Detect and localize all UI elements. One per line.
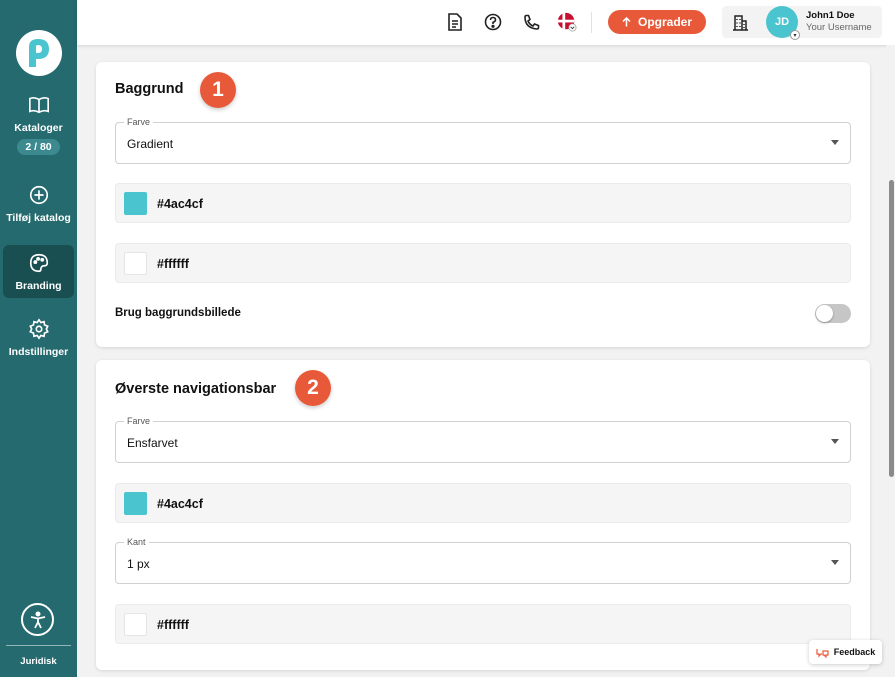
gradient-color-1-field[interactable]: #4ac4cf — [115, 183, 851, 223]
step-badge: 1 — [200, 72, 236, 108]
upgrade-button[interactable]: Opgrader — [608, 10, 706, 34]
background-image-toggle[interactable] — [815, 304, 851, 323]
select-legend: Farve — [124, 117, 154, 127]
gradient-color-2-field[interactable]: #ffffff — [115, 243, 851, 283]
navbar-border-color-field[interactable]: #ffffff — [115, 604, 851, 644]
feedback-icon — [816, 648, 829, 658]
sidebar: Kataloger 2 / 80 Tilføj katalog Branding… — [0, 0, 77, 677]
topbar-divider — [591, 12, 592, 33]
sidebar-item-tilfoj-katalog[interactable]: Tilføj katalog — [3, 184, 74, 224]
plus-circle-icon — [29, 185, 48, 205]
upgrade-label: Opgrader — [637, 15, 692, 29]
feedback-button[interactable]: Feedback — [809, 640, 882, 664]
document-icon[interactable] — [445, 12, 465, 32]
caret-down-icon — [831, 140, 839, 145]
logo-mark — [29, 39, 49, 67]
sidebar-item-label: Tilføj katalog — [6, 212, 71, 224]
app-logo[interactable] — [16, 30, 62, 76]
toggle-knob — [816, 305, 833, 322]
caret-down-icon — [831, 560, 839, 565]
navbar-color-type-select[interactable]: Farve Ensfarvet — [115, 416, 851, 463]
color-swatch[interactable] — [124, 613, 147, 636]
sidebar-item-branding[interactable]: Branding — [3, 245, 74, 298]
book-open-icon — [28, 97, 49, 114]
color-swatch[interactable] — [124, 252, 147, 275]
select-value: 1 px — [127, 557, 150, 571]
user-menu[interactable]: JD ▾ John1 Doe Your Username — [722, 6, 882, 40]
avatar-initials: JD — [774, 16, 790, 28]
avatar[interactable]: JD ▾ — [766, 6, 800, 40]
language-flag-icon[interactable] — [557, 12, 577, 32]
select-value: Ensfarvet — [127, 436, 178, 450]
catalog-count-badge: 2 / 80 — [17, 139, 60, 155]
background-section: Baggrund 1 Farve Gradient #4ac4cf #fffff… — [96, 62, 870, 347]
step-badge: 2 — [295, 370, 331, 406]
building-icon — [733, 15, 748, 31]
background-image-toggle-label: Brug baggrundsbillede — [115, 307, 241, 319]
feedback-label: Feedback — [833, 647, 876, 657]
sidebar-item-indstillinger[interactable]: Indstillinger — [3, 318, 74, 358]
topbar: Opgrader JD ▾ John1 Doe Your Username — [77, 0, 895, 45]
gear-icon — [28, 318, 49, 340]
hex-value: #ffffff — [157, 618, 189, 632]
color-swatch[interactable] — [124, 192, 147, 215]
hex-value: #4ac4cf — [157, 197, 203, 211]
phone-icon[interactable] — [521, 12, 541, 32]
sidebar-divider — [6, 645, 71, 646]
palette-icon — [29, 253, 48, 272]
color-swatch[interactable] — [124, 492, 147, 515]
arrow-up-icon — [622, 17, 631, 27]
scrollbar-thumb[interactable] — [889, 180, 894, 477]
hex-value: #ffffff — [157, 257, 189, 271]
juridisk-link[interactable]: Juridisk — [0, 656, 77, 667]
accessibility-icon — [30, 611, 45, 628]
accessibility-button[interactable] — [21, 603, 54, 636]
section-title: Baggrund — [115, 81, 184, 97]
chevron-down-icon: ▾ — [790, 30, 800, 40]
sidebar-item-label: Kataloger — [14, 122, 63, 134]
background-color-type-select[interactable]: Farve Gradient — [115, 117, 851, 164]
user-username: Your Username — [806, 22, 872, 33]
section-title: Øverste navigationsbar — [115, 381, 277, 397]
select-value: Gradient — [127, 137, 174, 151]
select-legend: Kant — [124, 537, 149, 547]
caret-down-icon — [831, 439, 839, 444]
help-icon[interactable] — [483, 12, 503, 32]
hex-value: #4ac4cf — [157, 497, 203, 511]
sidebar-item-label: Indstillinger — [8, 346, 69, 358]
select-legend: Farve — [124, 416, 154, 426]
top-navbar-section: Øverste navigationsbar 2 Farve Ensfarvet… — [96, 360, 870, 670]
user-name: John1 Doe — [806, 10, 855, 21]
sidebar-item-label: Branding — [15, 279, 62, 292]
navbar-color-field[interactable]: #4ac4cf — [115, 483, 851, 523]
sidebar-item-kataloger[interactable]: Kataloger 2 / 80 — [3, 94, 74, 155]
navbar-border-select[interactable]: Kant 1 px — [115, 537, 851, 584]
